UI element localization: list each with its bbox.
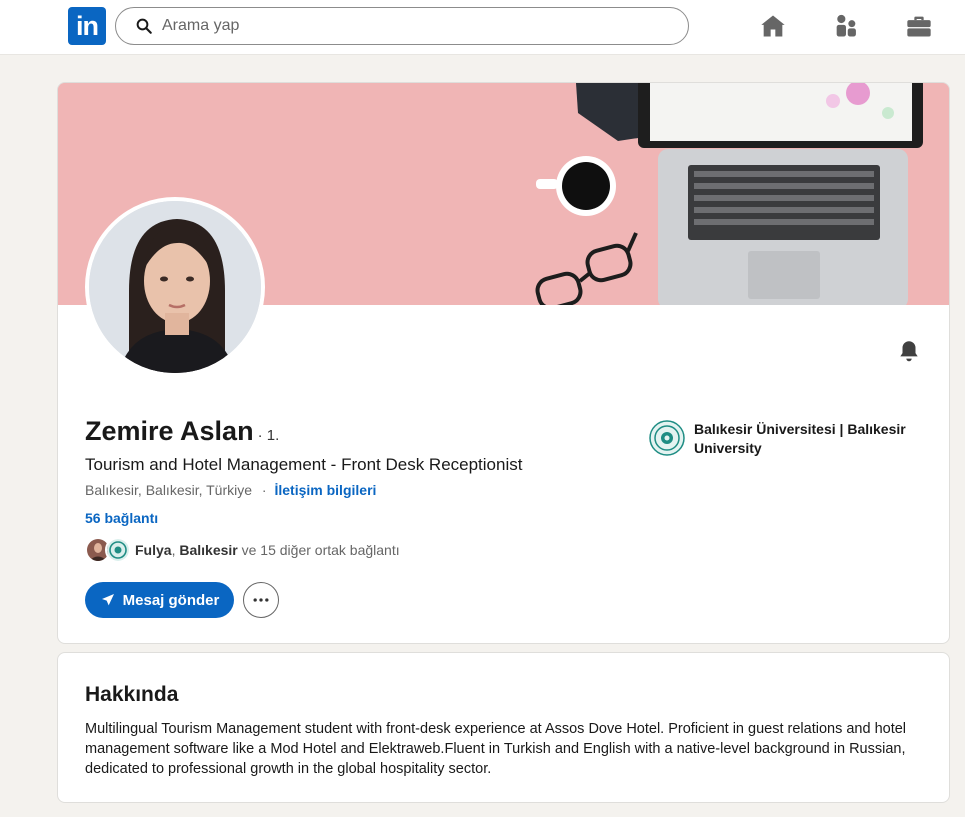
location-separator: · — [261, 482, 267, 498]
mutual-name-2: Balıkesir — [179, 542, 238, 558]
more-horizontal-icon — [253, 598, 269, 602]
profile-name: Zemire Aslan — [85, 416, 254, 446]
more-actions-button[interactable] — [243, 582, 279, 618]
profile-photo[interactable] — [85, 197, 265, 377]
mutual-connections-link[interactable]: Fulya, Balıkesir ve 15 diğer ortak bağla… — [85, 537, 400, 563]
linkedin-logo[interactable]: in — [68, 7, 106, 45]
contact-info-link[interactable]: İletişim bilgileri — [274, 482, 376, 498]
send-message-label: Mesaj gönder — [122, 591, 220, 609]
university-logo-icon — [649, 420, 685, 456]
profile-photo-image — [89, 201, 261, 373]
connections-count-link[interactable]: 56 bağlantı — [85, 510, 158, 526]
education-name: Balıkesir Üniversitesi | Balıkesir Unive… — [694, 421, 906, 456]
about-title: Hakkında — [85, 683, 179, 706]
search-icon — [136, 18, 152, 34]
search-input[interactable] — [162, 17, 662, 35]
send-message-button[interactable]: Mesaj gönder — [85, 582, 234, 618]
home-icon[interactable] — [759, 12, 787, 40]
mutual-name-separator: , — [171, 542, 176, 558]
mutual-avatar-balikesir-image — [107, 539, 129, 561]
mutual-avatars — [85, 537, 131, 563]
mutual-rest-text: ve 15 diğer ortak bağlantı — [241, 542, 400, 558]
mutual-name-1: Fulya — [135, 542, 172, 558]
profile-name-row: Zemire Aslan · 1. — [85, 416, 279, 447]
profile-card: Zemire Aslan · 1. Tourism and Hotel Mana… — [57, 82, 950, 644]
connection-degree: · 1. — [257, 427, 280, 444]
jobs-icon[interactable] — [905, 12, 933, 40]
profile-headline: Tourism and Hotel Management - Front Des… — [85, 455, 523, 474]
notification-bell-icon[interactable] — [896, 338, 922, 364]
about-text: Multilingual Tourism Management student … — [85, 721, 907, 777]
my-network-icon[interactable] — [832, 12, 860, 40]
about-card: Hakkında Multilingual Tourism Management… — [57, 652, 950, 803]
mutual-avatar-balikesir — [105, 537, 131, 563]
send-icon — [101, 594, 114, 606]
profile-location: Balıkesir, Balıkesir, Türkiye — [85, 482, 253, 498]
top-navigation-bar: in — [0, 0, 965, 55]
education-link[interactable]: Balıkesir Üniversitesi | Balıkesir Unive… — [649, 420, 924, 458]
profile-location-row: Balıkesir, Balıkesir, Türkiye · İletişim… — [85, 482, 376, 498]
search-box[interactable] — [115, 7, 689, 45]
